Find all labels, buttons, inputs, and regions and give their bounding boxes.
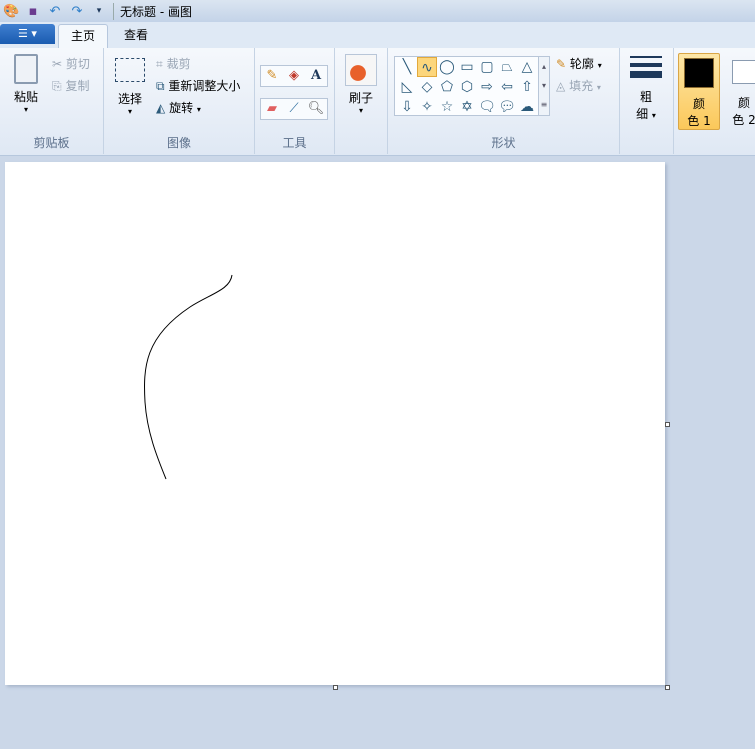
right-triangle-shape-icon[interactable]: ◺ bbox=[397, 77, 417, 97]
color1-swatch bbox=[684, 58, 714, 88]
resize-handle-corner[interactable] bbox=[665, 685, 670, 690]
up-arrow-shape-icon[interactable]: ⇧ bbox=[517, 77, 537, 97]
brushes-button[interactable]: 刷子 ▾ bbox=[343, 54, 379, 115]
scissors-icon: ✂ bbox=[52, 57, 63, 71]
down-arrow-shape-icon[interactable]: ⇩ bbox=[397, 97, 417, 117]
polygon-shape-icon[interactable]: ⏢ bbox=[497, 57, 517, 77]
text-icon[interactable]: A bbox=[305, 66, 327, 86]
tools-row-1: ✎ ◈ A bbox=[260, 65, 328, 87]
brush-icon bbox=[345, 54, 377, 86]
select-button[interactable]: 选择 ▾ bbox=[112, 58, 148, 116]
select-rectangle-icon bbox=[115, 58, 145, 82]
rectangle-shape-icon[interactable]: ▭ bbox=[457, 57, 477, 77]
shapes-gallery: ╲ ∿ ◯ ▭ ▢ ⏢ △ ◺ ◇ ⬠ ⬡ ⇨ ⇦ ⇧ ⇩ ✧ ☆ ✡ 🗨︎ 💬… bbox=[394, 56, 550, 116]
color2-swatch bbox=[732, 60, 755, 84]
rounded-callout-shape-icon[interactable]: 🗨︎ bbox=[477, 97, 497, 117]
resize-button[interactable]: ⧉ 重新调整大小 bbox=[156, 77, 240, 94]
file-menu-button[interactable]: ☰ ▾ bbox=[0, 24, 55, 44]
diamond-shape-icon[interactable]: ◇ bbox=[417, 77, 437, 97]
cut-button[interactable]: ✂ 剪切 bbox=[52, 55, 90, 72]
outline-button[interactable]: ✎ 轮廓 ▾ bbox=[556, 55, 602, 72]
shapes-group-label: 形状 bbox=[491, 136, 516, 150]
outline-pencil-icon: ✎ bbox=[556, 57, 567, 71]
chevron-down-icon: ▾ bbox=[127, 107, 132, 116]
drawing-canvas[interactable] bbox=[5, 162, 665, 685]
line-size-icon bbox=[630, 56, 662, 78]
hexagon-shape-icon[interactable]: ⬡ bbox=[457, 77, 477, 97]
window-title: 无标题 - 画图 bbox=[113, 2, 192, 20]
magnifier-icon[interactable]: 🔍︎ bbox=[305, 99, 327, 119]
paste-button[interactable]: 粘贴 ▾ bbox=[8, 54, 44, 114]
copy-icon: ⎘ bbox=[52, 79, 62, 93]
triangle-shape-icon[interactable]: △ bbox=[517, 57, 537, 77]
image-group-label: 图像 bbox=[166, 136, 191, 150]
size-group: 粗 细 ▾ bbox=[620, 48, 674, 154]
brushes-group: 刷子 ▾ bbox=[335, 48, 388, 154]
tools-group: ✎ ◈ A ▰ ⟋ 🔍︎ 工具 bbox=[255, 48, 335, 154]
tab-view[interactable]: 查看 bbox=[112, 24, 160, 48]
fill-button[interactable]: ◬ 填充 ▾ bbox=[556, 77, 601, 94]
tools-row-2: ▰ ⟋ 🔍︎ bbox=[260, 98, 328, 120]
resize-handle-bottom[interactable] bbox=[333, 685, 338, 690]
curve-shape-icon[interactable]: ∿ bbox=[417, 57, 437, 77]
six-point-star-shape-icon[interactable]: ✡ bbox=[457, 97, 477, 117]
clipboard-group-label: 剪贴板 bbox=[33, 136, 70, 150]
customize-dropdown-icon[interactable]: ▾ bbox=[91, 6, 107, 16]
four-point-star-shape-icon[interactable]: ✧ bbox=[417, 97, 437, 117]
oval-shape-icon[interactable]: ◯ bbox=[437, 57, 457, 77]
rotate-button[interactable]: ◭ 旋转 ▾ bbox=[156, 99, 201, 116]
line-shape-icon[interactable]: ╲ bbox=[397, 57, 417, 77]
chevron-down-icon: ▾ bbox=[358, 106, 363, 115]
oval-callout-shape-icon[interactable]: 💬︎ bbox=[497, 97, 517, 117]
pentagon-shape-icon[interactable]: ⬠ bbox=[437, 77, 457, 97]
fill-icon: ◬ bbox=[556, 79, 566, 93]
left-arrow-shape-icon[interactable]: ⇦ bbox=[497, 77, 517, 97]
clipboard-group: 粘贴 ▾ ✂ 剪切 ⎘ 复制 剪贴板 bbox=[0, 48, 104, 154]
tools-group-label: 工具 bbox=[282, 136, 307, 150]
color1-button[interactable]: 颜 色 1 bbox=[678, 53, 720, 130]
size-button[interactable]: 粗 细 ▾ bbox=[628, 56, 664, 122]
fill-bucket-icon[interactable]: ◈ bbox=[283, 66, 305, 86]
color-picker-icon[interactable]: ⟋ bbox=[283, 99, 305, 119]
undo-icon[interactable]: ↶ bbox=[47, 4, 63, 19]
drawn-curve bbox=[144, 274, 233, 480]
ribbon-tabs: ☰ ▾ 主页 查看 bbox=[0, 22, 755, 48]
title-bar: 🎨 ▪ ↶ ↷ ▾ 无标题 - 画图 bbox=[0, 0, 755, 22]
rotate-icon: ◭ bbox=[156, 101, 166, 115]
clipboard-icon bbox=[14, 54, 38, 84]
resize-icon: ⧉ bbox=[156, 79, 165, 93]
paint-app-icon[interactable]: 🎨 bbox=[3, 4, 19, 19]
crop-icon: ⌗ bbox=[156, 57, 163, 71]
chevron-down-icon: ▾ bbox=[23, 105, 28, 114]
pencil-icon[interactable]: ✎ bbox=[261, 66, 283, 86]
five-point-star-shape-icon[interactable]: ☆ bbox=[437, 97, 457, 117]
resize-handle-right[interactable] bbox=[665, 422, 670, 427]
shapes-group: ╲ ∿ ◯ ▭ ▢ ⏢ △ ◺ ◇ ⬠ ⬡ ⇨ ⇦ ⇧ ⇩ ✧ ☆ ✡ 🗨︎ 💬… bbox=[388, 48, 620, 154]
cloud-callout-shape-icon[interactable]: ☁︎ bbox=[517, 97, 537, 117]
rounded-rectangle-shape-icon[interactable]: ▢ bbox=[477, 57, 497, 77]
ribbon: 粘贴 ▾ ✂ 剪切 ⎘ 复制 剪贴板 选择 ▾ ⌗ 裁剪 ⧉ 重新调整大小 ◭ … bbox=[0, 48, 755, 156]
tab-home[interactable]: 主页 bbox=[58, 24, 109, 48]
save-icon[interactable]: ▪ bbox=[25, 4, 41, 19]
image-group: 选择 ▾ ⌗ 裁剪 ⧉ 重新调整大小 ◭ 旋转 ▾ 图像 bbox=[104, 48, 255, 154]
shapes-scrollbar[interactable]: ▴ ▾ ≡ bbox=[538, 56, 550, 116]
color2-button[interactable]: 颜 色 2 bbox=[724, 53, 755, 130]
redo-icon[interactable]: ↷ bbox=[69, 4, 85, 19]
copy-button[interactable]: ⎘ 复制 bbox=[52, 77, 89, 94]
right-arrow-shape-icon[interactable]: ⇨ bbox=[477, 77, 497, 97]
crop-button[interactable]: ⌗ 裁剪 bbox=[156, 55, 191, 72]
eraser-icon[interactable]: ▰ bbox=[261, 99, 283, 119]
